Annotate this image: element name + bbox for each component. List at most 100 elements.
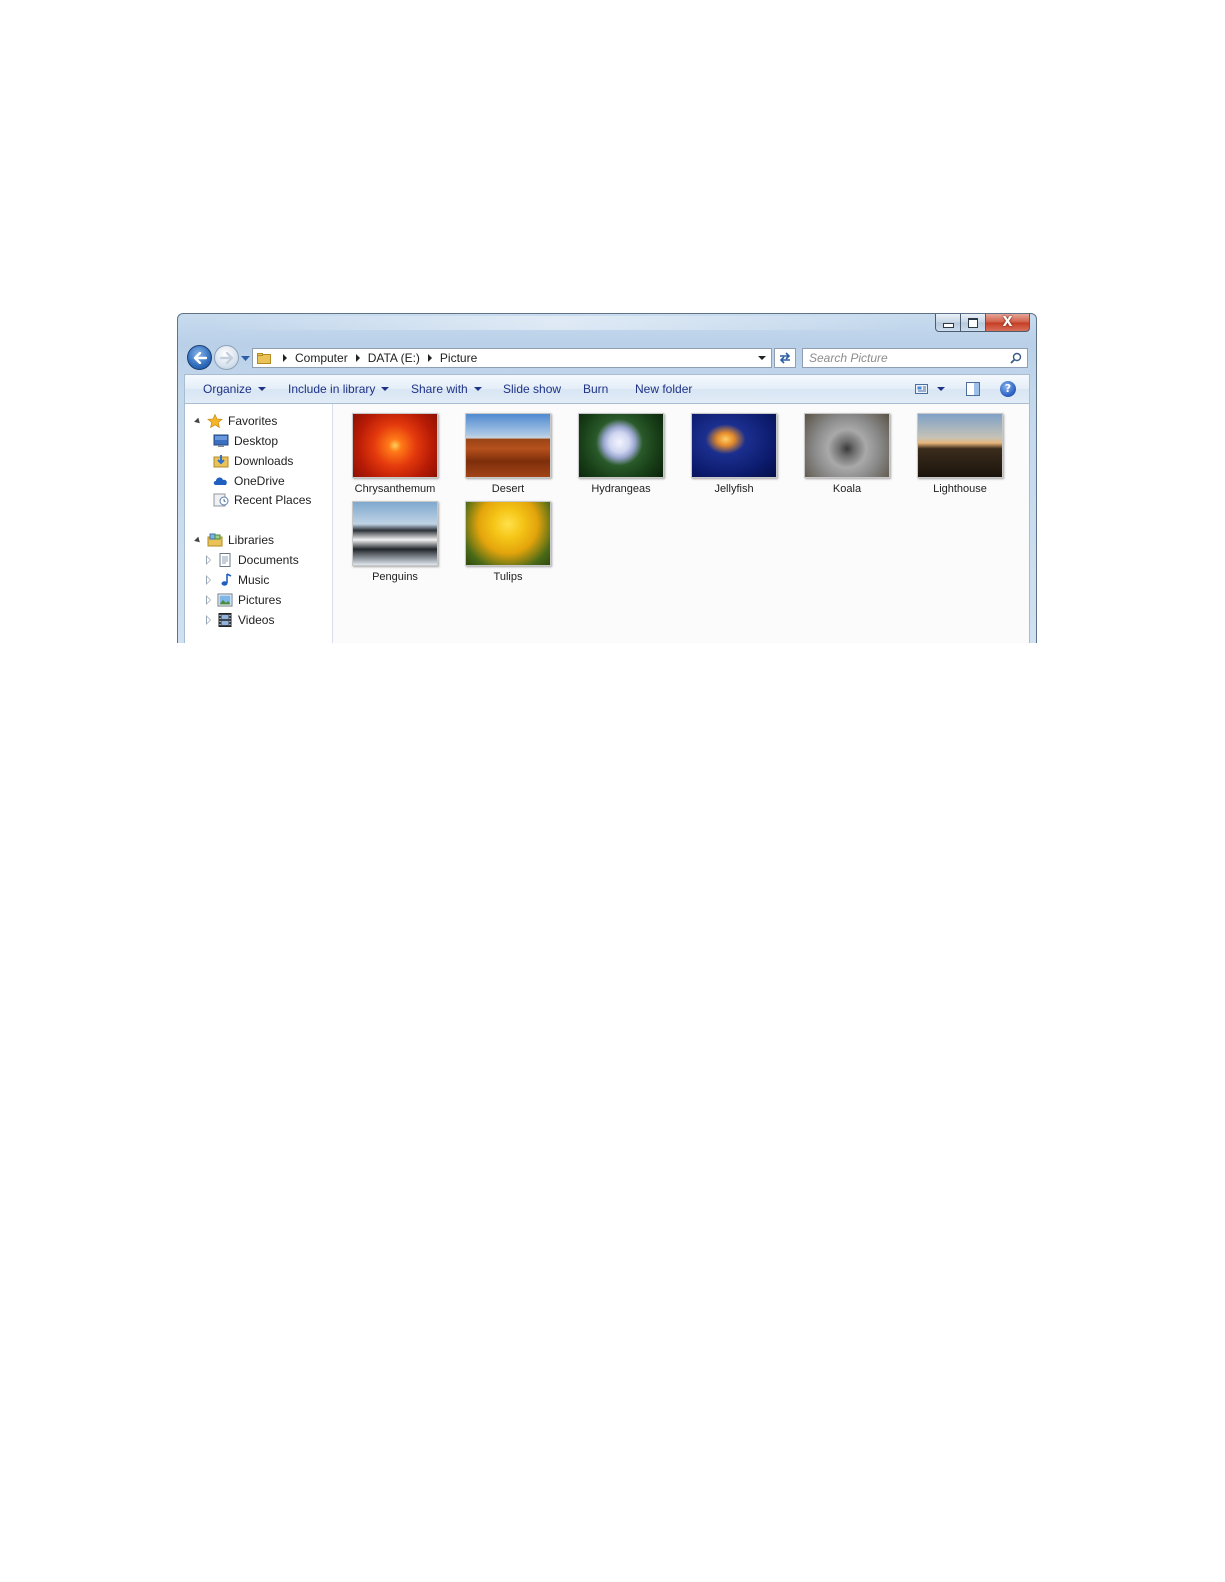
sidebar-item-label: Music (238, 573, 270, 587)
sidebar-item-label: Desktop (234, 434, 279, 448)
breadcrumb-separator[interactable] (283, 354, 287, 362)
refresh-button[interactable] (774, 348, 796, 368)
address-history-dropdown[interactable] (758, 356, 766, 360)
breadcrumb-separator[interactable] (355, 354, 360, 362)
refresh-icon (779, 352, 791, 364)
file-item-koala[interactable]: Koala (792, 413, 902, 495)
desktop-icon (213, 434, 229, 447)
help-icon[interactable]: ? (1000, 381, 1016, 397)
sidebar-item-videos[interactable]: Videos (205, 611, 274, 629)
organize-button[interactable]: Organize (203, 375, 266, 403)
libraries-node[interactable]: Libraries (194, 531, 275, 549)
chevron-down-icon (937, 387, 945, 391)
favorites-node[interactable]: Favorites (194, 412, 278, 430)
libraries-label: Libraries (228, 533, 275, 547)
explorer-window: X Computer DATA (E:) Picture Search Pict… (177, 313, 1037, 643)
libraries-icon (207, 533, 223, 547)
expand-arrow-icon[interactable] (194, 536, 202, 544)
desert-thumbnail (465, 413, 551, 478)
lighthouse-thumbnail (917, 413, 1003, 478)
file-name: Koala (832, 483, 862, 495)
back-button[interactable] (187, 345, 212, 370)
breadcrumb-picture[interactable]: Picture (440, 351, 477, 365)
file-name: Hydrangeas (591, 483, 651, 495)
chevron-down-icon (240, 355, 250, 361)
pictures-icon (217, 593, 233, 607)
sidebar-item-pictures[interactable]: Pictures (205, 591, 281, 609)
sidebar-item-downloads[interactable]: Downloads (213, 452, 293, 470)
new-folder-button[interactable]: New folder (635, 375, 692, 403)
onedrive-cloud-icon (213, 477, 227, 485)
sidebar-item-onedrive[interactable]: OneDrive (213, 472, 285, 490)
maximize-button[interactable] (961, 314, 986, 332)
navigation-pane: Favorites Desktop Downloads OneDrive Rec… (184, 404, 333, 643)
breadcrumb-data-drive[interactable]: DATA (E:) (368, 351, 420, 365)
music-note-icon (221, 573, 232, 586)
burn-label: Burn (583, 382, 609, 396)
close-icon: X (1002, 315, 1013, 330)
expand-arrow-icon[interactable] (206, 595, 211, 605)
include-in-library-label: Include in library (288, 382, 376, 396)
expand-arrow-icon[interactable] (206, 555, 211, 565)
sidebar-item-desktop[interactable]: Desktop (213, 432, 278, 450)
expand-arrow-icon[interactable] (206, 615, 211, 625)
file-name: Chrysanthemum (354, 483, 436, 495)
minimize-button[interactable] (935, 314, 961, 332)
sidebar-item-recent-places[interactable]: Recent Places (213, 491, 311, 509)
file-item-tulips[interactable]: Tulips (453, 501, 563, 583)
videos-film-icon (218, 613, 232, 627)
recent-pages-button[interactable] (240, 353, 250, 363)
sidebar-item-label: Downloads (234, 454, 294, 468)
file-item-chrysanthemum[interactable]: Chrysanthemum (340, 413, 450, 495)
forward-button[interactable] (214, 345, 239, 370)
file-name: Tulips (493, 571, 523, 583)
breadcrumb-computer[interactable]: Computer (295, 351, 348, 365)
search-input[interactable]: Search Picture (802, 348, 1028, 368)
chevron-down-icon (473, 387, 482, 391)
maximize-icon (968, 317, 978, 328)
sidebar-item-music[interactable]: Music (205, 571, 269, 589)
expand-arrow-icon[interactable] (206, 575, 211, 585)
command-bar: Organize Include in library Share with S… (184, 374, 1030, 404)
share-with-button[interactable]: Share with (411, 375, 482, 403)
chevron-down-icon (257, 387, 266, 391)
penguins-thumbnail (352, 501, 438, 566)
breadcrumb-separator[interactable] (427, 354, 432, 362)
address-bar[interactable]: Computer DATA (E:) Picture (252, 348, 772, 368)
expand-arrow-icon[interactable] (194, 417, 202, 425)
include-in-library-button[interactable]: Include in library (288, 375, 390, 403)
share-with-label: Share with (411, 382, 468, 396)
preview-pane-icon[interactable] (965, 381, 981, 397)
jellyfish-thumbnail (691, 413, 777, 478)
file-item-jellyfish[interactable]: Jellyfish (679, 413, 789, 495)
sidebar-item-documents[interactable]: Documents (205, 551, 299, 569)
file-item-desert[interactable]: Desert (453, 413, 563, 495)
close-button[interactable]: X (986, 314, 1030, 332)
sidebar-item-label: Videos (238, 613, 275, 627)
documents-icon (219, 553, 231, 567)
file-name: Desert (491, 483, 525, 495)
sidebar-item-label: Documents (238, 553, 299, 567)
organize-label: Organize (203, 382, 252, 396)
downloads-folder-icon (213, 455, 229, 468)
slide-show-label: Slide show (503, 382, 562, 396)
view-icon (915, 384, 928, 394)
file-item-lighthouse[interactable]: Lighthouse (905, 413, 1015, 495)
sidebar-item-label: Pictures (238, 593, 282, 607)
file-name: Penguins (372, 571, 418, 583)
file-item-hydrangeas[interactable]: Hydrangeas (566, 413, 676, 495)
change-view-button[interactable] (915, 381, 945, 397)
favorites-label: Favorites (228, 414, 278, 428)
star-icon (207, 414, 223, 428)
new-folder-label: New folder (635, 382, 693, 396)
sidebar-item-label: Recent Places (234, 493, 312, 507)
file-item-penguins[interactable]: Penguins (340, 501, 450, 583)
slide-show-button[interactable]: Slide show (503, 375, 561, 403)
file-name: Lighthouse (933, 483, 987, 495)
file-name: Jellyfish (714, 483, 754, 495)
caption-buttons: X (935, 314, 1030, 333)
search-icon[interactable] (1010, 352, 1022, 364)
folder-icon (257, 352, 271, 364)
koala-thumbnail (804, 413, 890, 478)
burn-button[interactable]: Burn (583, 375, 608, 403)
